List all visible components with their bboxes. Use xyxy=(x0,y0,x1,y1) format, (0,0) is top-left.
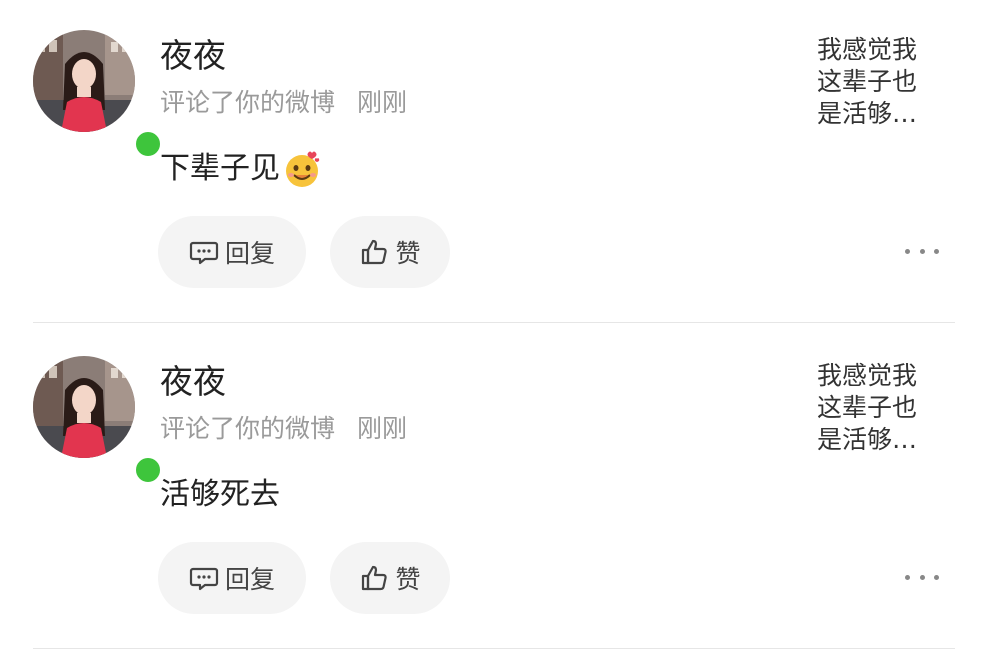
reply-label: 回复 xyxy=(224,565,275,594)
thumbs-up-icon xyxy=(359,563,389,593)
quote-line: 是活够… xyxy=(817,425,918,454)
quote-line: 这辈子也 xyxy=(817,393,918,422)
quote-line: 是活够… xyxy=(817,99,918,128)
quote-line: 我感觉我 xyxy=(817,35,918,64)
more-dots-icon[interactable] xyxy=(905,562,939,592)
comment-action: 评论了你的微博 xyxy=(160,88,336,117)
reply-button[interactable]: 回复 xyxy=(158,542,306,614)
like-button[interactable]: 赞 xyxy=(330,542,450,614)
comment-text: 下辈子见 xyxy=(160,151,280,186)
comment-meta: 评论了你的微博 刚刚 xyxy=(160,86,407,120)
divider xyxy=(33,322,955,323)
like-button[interactable]: 赞 xyxy=(330,216,450,288)
online-status-dot xyxy=(133,455,163,485)
comment-text: 活够死去 xyxy=(160,477,280,512)
original-post-preview[interactable]: 我感觉我 这辈子也 是活够… xyxy=(817,34,932,130)
username[interactable]: 夜夜 xyxy=(160,36,226,76)
avatar-image xyxy=(33,356,135,458)
dot xyxy=(919,248,925,254)
original-post-preview[interactable]: 我感觉我 这辈子也 是活够… xyxy=(817,360,932,456)
divider xyxy=(33,648,955,649)
comment-action: 评论了你的微博 xyxy=(160,414,336,443)
smiling-face-with-hearts-icon xyxy=(282,149,322,189)
avatar-image xyxy=(33,30,135,132)
dot xyxy=(934,248,939,254)
thumbs-up-icon xyxy=(359,237,389,267)
like-label: 赞 xyxy=(395,565,421,594)
more-dots-icon[interactable] xyxy=(905,236,939,266)
quote-line: 我感觉我 xyxy=(817,361,918,390)
comment-content[interactable]: 活够死去 xyxy=(160,474,280,516)
dot xyxy=(905,574,910,580)
comment-time: 刚刚 xyxy=(357,414,408,443)
comment-item[interactable]: 夜夜 评论了你的微博 刚刚 活够死去 我感觉我 这辈子也 是活够… 回复 赞 xyxy=(0,326,982,652)
comment-content[interactable]: 下辈子见 xyxy=(160,148,322,190)
comment-meta: 评论了你的微博 刚刚 xyxy=(160,412,407,446)
dot xyxy=(919,574,925,580)
reply-label: 回复 xyxy=(224,239,275,268)
comment-item[interactable]: 夜夜 评论了你的微博 刚刚 下辈子见 我感觉我 这辈子也 是活够… 回复 赞 xyxy=(0,0,982,326)
avatar[interactable] xyxy=(33,356,163,485)
comment-bubble-icon xyxy=(189,563,219,593)
dot xyxy=(934,574,939,580)
comment-time: 刚刚 xyxy=(357,88,408,117)
username[interactable]: 夜夜 xyxy=(160,362,226,402)
avatar[interactable] xyxy=(33,30,163,159)
like-label: 赞 xyxy=(395,239,421,268)
comment-bubble-icon xyxy=(189,237,219,267)
dot xyxy=(905,248,910,254)
online-status-dot xyxy=(133,129,163,159)
quote-line: 这辈子也 xyxy=(817,67,918,96)
reply-button[interactable]: 回复 xyxy=(158,216,306,288)
